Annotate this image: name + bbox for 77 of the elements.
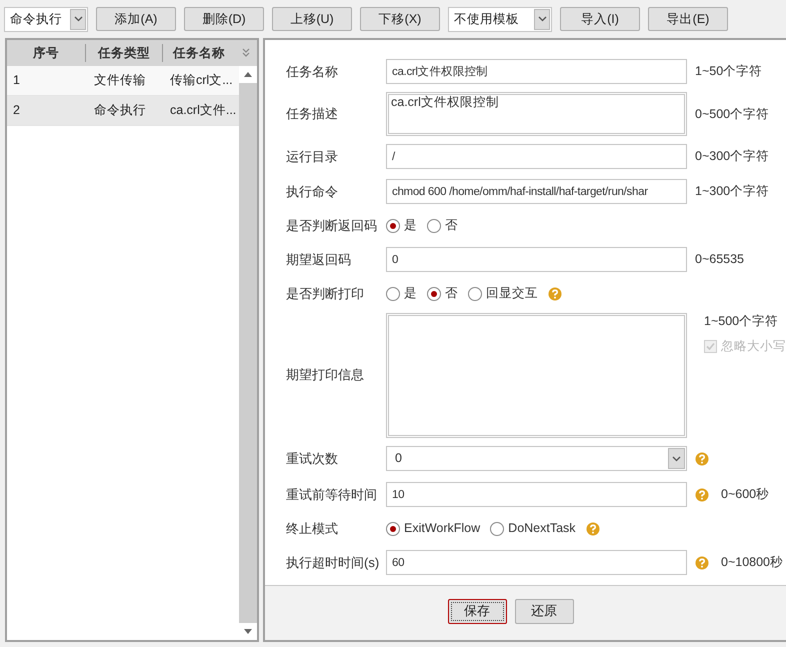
checkbox-label: 忽略大小写 [721, 338, 786, 355]
column-header: 任务类型 [85, 44, 162, 62]
field-label: 执行超时时间(s) [286, 554, 380, 572]
radio-label: 回显交互 [486, 285, 538, 302]
radio-button[interactable] [427, 286, 441, 300]
toolbar-button[interactable]: 下移(X) [360, 7, 440, 31]
caret-icon [74, 16, 82, 22]
radio-button[interactable] [427, 218, 441, 232]
text-field[interactable]: / [386, 144, 687, 169]
radio-button[interactable] [386, 522, 400, 536]
radio-label: ExitWorkFlow [404, 520, 480, 538]
field-label: 运行目录 [286, 148, 339, 166]
table-cell-text: 传输crl文... [169, 72, 234, 90]
help-icon[interactable] [548, 286, 562, 300]
field-label: 任务描述 [286, 105, 339, 124]
toolbar-button[interactable]: 导出(E) [648, 7, 728, 31]
field-label: 执行命令 [286, 182, 339, 201]
footer-button[interactable]: 保存 [448, 598, 506, 624]
table-cell-text: 2 [12, 102, 21, 120]
dropdown[interactable]: 不使用模板 [448, 6, 552, 32]
field-hint: 0~300个字符 [695, 148, 770, 166]
column-menu-icon[interactable] [241, 47, 251, 59]
field-label: 期望返回码 [286, 250, 352, 269]
scroll-down-icon[interactable] [244, 629, 252, 634]
scroll-up-icon[interactable] [244, 72, 252, 77]
footer-button[interactable]: 还原 [514, 598, 574, 624]
field-hint: 0~500个字符 [695, 106, 770, 123]
field-hint: 1~300个字符 [695, 183, 770, 200]
help-icon[interactable] [586, 522, 600, 536]
text-field[interactable]: ca.crl文件权限控制 [386, 59, 687, 84]
radio-button[interactable] [490, 522, 504, 536]
text-field[interactable]: chmod 600 /home/omm/haf-install/haf-target/run/shar [386, 179, 687, 204]
help-icon[interactable] [695, 556, 709, 570]
table-cell-text: 1 [12, 72, 21, 90]
field-label: 重试次数 [286, 450, 339, 468]
help-icon[interactable] [695, 488, 709, 502]
radio-button[interactable] [468, 286, 482, 300]
text-field[interactable]: 10 [386, 482, 687, 507]
toolbar-button[interactable]: 添加(A) [96, 7, 176, 31]
field-label: 任务名称 [286, 62, 339, 81]
scrollbar[interactable] [239, 66, 257, 640]
column-header: 序号 [32, 44, 60, 62]
table-row[interactable]: 1 文件传输 传输crl文... [7, 66, 239, 96]
field-hint: 1~50个字符 [695, 63, 762, 80]
text-field[interactable]: 60 [386, 550, 687, 575]
field-label: 是否判断打印 [286, 284, 365, 303]
help-icon[interactable] [695, 452, 709, 466]
radio-button[interactable] [386, 218, 400, 232]
field-label: 重试前等待时间 [286, 486, 378, 504]
field-hint: 0~65535 [695, 251, 744, 268]
text-field[interactable]: 0 [386, 247, 687, 272]
retry-select[interactable]: 0 [386, 446, 687, 471]
field-label: 是否判断返回码 [286, 216, 378, 235]
field-hint: 1~500个字符 [704, 313, 780, 330]
field-hint: 0~600秒 [721, 486, 770, 504]
toolbar-button[interactable]: 导入(I) [560, 7, 640, 31]
table-row[interactable]: 2 命令执行 ca.crl文件... [7, 96, 239, 126]
print-info-field[interactable] [388, 314, 685, 436]
field-hint: 0~10800秒 [721, 554, 784, 572]
toolbar-button[interactable]: 删除(D) [184, 7, 264, 31]
table-cell-text: 命令执行 [93, 102, 147, 120]
radio-label: DoNextTask [508, 520, 576, 538]
radio-label: 否 [445, 217, 458, 234]
table-cell-text: ca.crl文件... [169, 102, 235, 120]
caret-icon [538, 16, 546, 22]
dropdown[interactable]: 命令执行 [4, 6, 88, 32]
column-header: 任务名称 [162, 44, 235, 62]
toolbar-button[interactable]: 上移(U) [272, 7, 352, 31]
radio-label: 是 [404, 217, 417, 234]
field-label: 期望打印信息 [286, 366, 365, 384]
description-field[interactable]: ca.crl文件权限控制 [388, 94, 685, 134]
radio-label: 是 [404, 285, 417, 302]
radio-label: 否 [445, 285, 458, 302]
radio-button[interactable] [386, 286, 400, 300]
table-cell-text: 文件传输 [93, 72, 147, 90]
caret-icon [672, 456, 681, 462]
field-label: 终止模式 [286, 520, 339, 538]
